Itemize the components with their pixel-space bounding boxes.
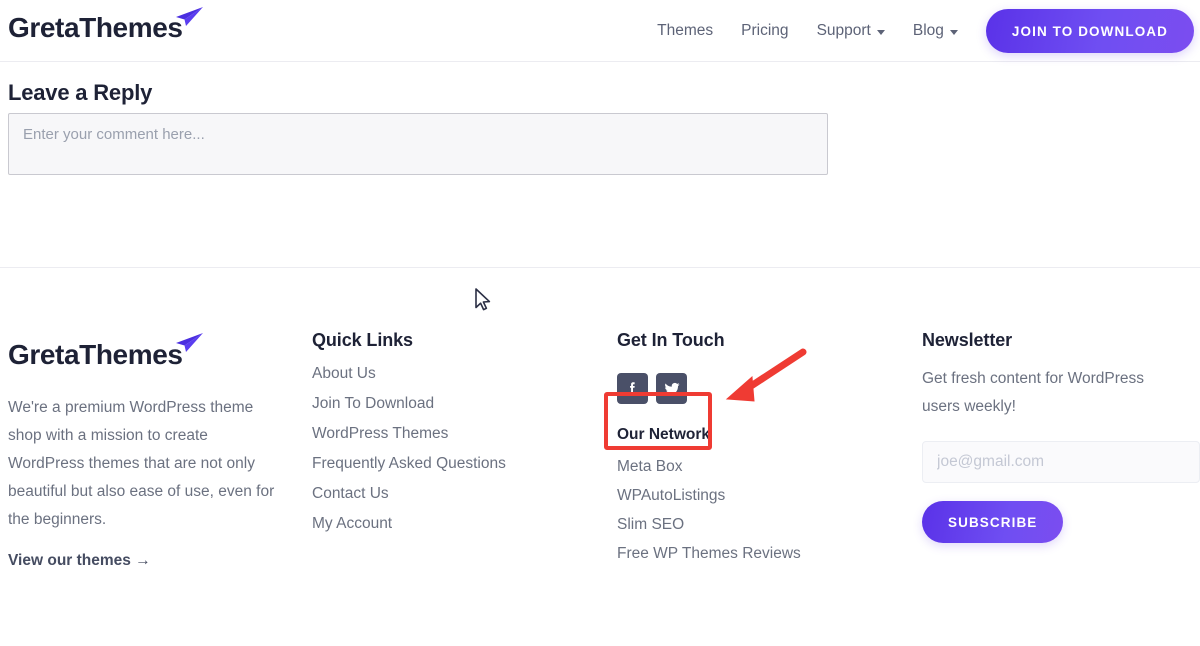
subscribe-button[interactable]: SUBSCRIBE [922,501,1064,543]
paper-plane-icon [171,6,205,35]
quick-link-about-us[interactable]: About Us [312,365,376,382]
main-nav: Themes Pricing Support Blog JOIN TO DOWN… [657,0,1200,62]
footer-column-get-in-touch: Get In Touch Our Network Meta Box WPAuto… [617,330,897,574]
list-item: Contact Us [312,485,592,503]
newsletter-title: Newsletter [922,330,1013,350]
quick-link-wordpress-themes[interactable]: WordPress Themes [312,425,448,442]
list-item: WPAutoListings [617,487,897,505]
brand-description: We're a premium WordPress theme shop wit… [8,399,275,528]
network-link-free-wp-themes-reviews[interactable]: Free WP Themes Reviews [617,545,801,562]
nav-label: Support [816,22,871,39]
footer-logo[interactable]: GretaThemes [8,330,290,382]
nav-item-blog[interactable]: Blog [913,22,958,40]
our-network-title: Our Network [617,426,711,443]
site-header: GretaThemes Themes Pricing Support Blog [0,0,1200,62]
facebook-icon[interactable] [617,373,648,404]
nav-item-pricing[interactable]: Pricing [741,22,788,40]
logo-text: GretaThemes [8,12,183,43]
quick-links-list: About Us Join To Download WordPress Them… [312,365,592,533]
quick-link-join-to-download[interactable]: Join To Download [312,395,434,412]
section-divider [0,267,1200,268]
chevron-down-icon [876,29,885,35]
list-item: WordPress Themes [312,425,592,443]
footer-logo-text: GretaThemes [8,339,183,370]
twitter-icon[interactable] [656,373,687,404]
list-item: Meta Box [617,458,897,476]
nav-label: Pricing [741,22,789,39]
comment-input[interactable] [8,113,828,175]
our-network-list: Meta Box WPAutoListings Slim SEO Free WP… [617,458,897,563]
nav-label: Themes [657,22,714,39]
list-item: My Account [312,515,592,533]
social-icons [617,373,897,404]
get-in-touch-title: Get In Touch [617,330,725,350]
list-item: Slim SEO [617,516,897,534]
list-item: Join To Download [312,395,592,413]
list-item: Free WP Themes Reviews [617,545,897,563]
nav-item-themes[interactable]: Themes [657,22,713,40]
network-link-meta-box[interactable]: Meta Box [617,458,682,475]
nav-item-support[interactable]: Support [817,22,885,40]
email-field[interactable] [922,441,1200,483]
quick-links-title: Quick Links [312,330,413,350]
mouse-pointer [475,288,491,311]
footer-column-newsletter: Newsletter Get fresh content for WordPre… [922,330,1200,543]
quick-link-contact-us[interactable]: Contact Us [312,485,389,502]
footer-column-brand: GretaThemes We're a premium WordPress th… [8,330,290,570]
footer-column-quick-links: Quick Links About Us Join To Download Wo… [312,330,592,545]
newsletter-description: Get fresh content for WordPress users we… [922,370,1144,415]
list-item: About Us [312,365,592,383]
site-logo[interactable]: GretaThemes [8,4,203,52]
quick-link-my-account[interactable]: My Account [312,515,392,532]
page-title: Leave a Reply [8,80,153,105]
paper-plane-icon [171,332,205,361]
quick-link-faq[interactable]: Frequently Asked Questions [312,455,506,472]
view-our-themes-link[interactable]: View our themes → [8,552,151,570]
page-root: GretaThemes Themes Pricing Support Blog [0,0,1200,646]
nav-label: Blog [912,22,944,39]
network-link-wpautolistings[interactable]: WPAutoListings [617,487,725,504]
join-to-download-button[interactable]: JOIN TO DOWNLOAD [985,9,1194,53]
list-item: Frequently Asked Questions [312,455,592,473]
network-link-slim-seo[interactable]: Slim SEO [617,516,684,533]
chevron-down-icon [949,29,958,35]
